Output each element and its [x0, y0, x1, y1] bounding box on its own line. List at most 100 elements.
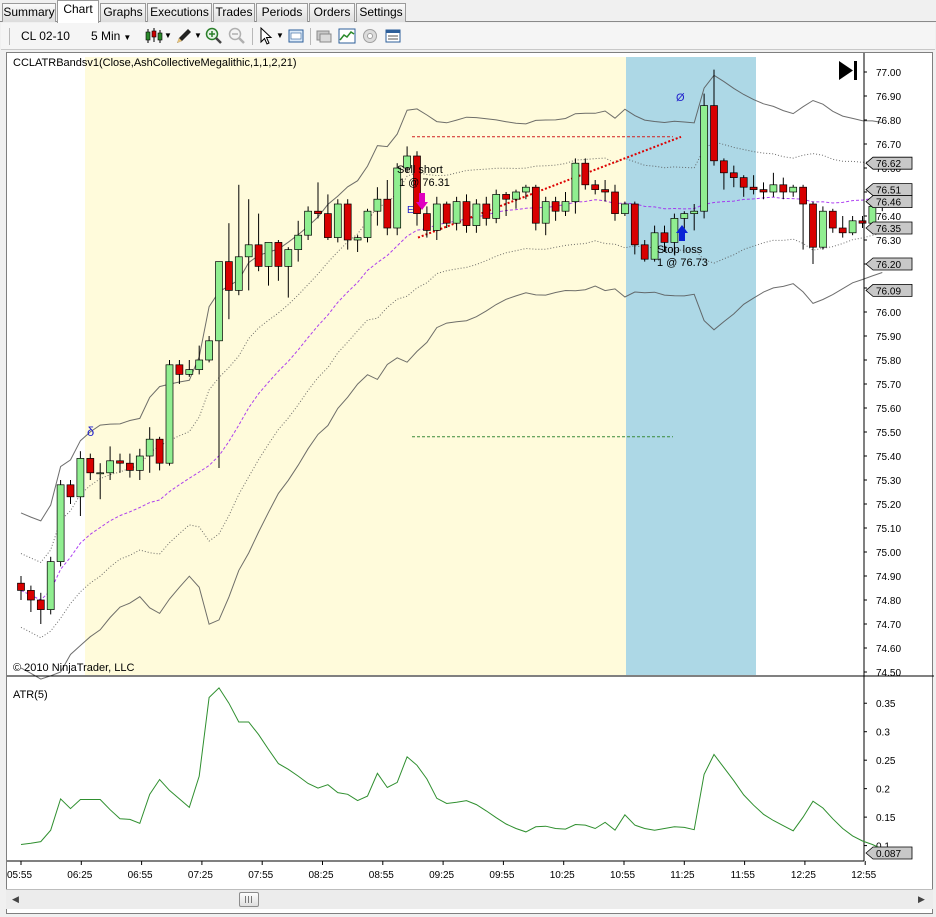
- y-tick-label: 76.90: [876, 92, 901, 103]
- candle-body: [531, 186, 540, 224]
- tab-chart[interactable]: Chart: [57, 0, 99, 23]
- candle-body: [690, 210, 699, 214]
- indicators-icon[interactable]: [337, 26, 357, 46]
- candle-body: [482, 203, 491, 219]
- pointer-cursor-icon[interactable]: [256, 26, 276, 46]
- candle-body: [274, 242, 283, 267]
- candle-body: [502, 194, 510, 200]
- copyright-label: © 2010 NinjaTrader, LLC: [13, 662, 134, 674]
- chevron-down-icon[interactable]: ▼: [194, 27, 202, 47]
- chart-canvas[interactable]: Sell short1 @ 76.31 E Stop loss1 @ 76.73 δ Ø…: [7, 53, 934, 915]
- candle-body: [46, 561, 55, 610]
- candle-body: [858, 220, 867, 224]
- horizontal-scrollbar[interactable]: ◀ ▶: [6, 889, 933, 909]
- sell-short-label: Sell short: [397, 164, 443, 176]
- scroll-left-icon[interactable]: ◀: [8, 892, 23, 907]
- instrument-selector[interactable]: CL 02-10: [21, 27, 70, 47]
- candle-body: [244, 244, 253, 258]
- chart-panel[interactable]: Sell short 1 @ 76.31 E Stop loss 1 @ 76.73 δ Ø…: [6, 52, 934, 915]
- go-to-end-icon-bar: [854, 61, 857, 80]
- candle-body: [452, 201, 461, 224]
- zoom-in-icon[interactable]: [204, 26, 224, 46]
- go-to-end-icon[interactable]: [839, 61, 853, 80]
- atr-tick-label: 0.3: [876, 728, 890, 739]
- interval-selector[interactable]: 5 Min ▼: [91, 27, 131, 47]
- y-tick-label: 75.00: [876, 548, 901, 559]
- candle-body: [284, 249, 293, 267]
- y-tick-label: 76.00: [876, 308, 901, 319]
- candle-body: [76, 458, 85, 498]
- candle-body: [56, 484, 65, 562]
- candle-body: [819, 210, 827, 248]
- candle-body: [225, 261, 233, 291]
- data-grid-icon[interactable]: [383, 26, 403, 46]
- candle-body: [640, 244, 649, 260]
- candle-body: [621, 203, 629, 214]
- chart-toolbar: CL 02-10 5 Min ▼ ▼ ▼ ▼: [1, 23, 935, 50]
- y-tick-label: 74.50: [876, 668, 901, 679]
- scroll-right-icon[interactable]: ▶: [914, 892, 929, 907]
- data-box-icon[interactable]: [286, 26, 306, 46]
- tab-graphs[interactable]: Graphs: [100, 3, 146, 22]
- highlight-region: [626, 57, 756, 675]
- y-tick-label: 74.80: [876, 596, 901, 607]
- candle-body: [96, 472, 105, 475]
- indicator-label: CCLATRBandsv1(Close,AshCollectiveMegalit…: [13, 57, 296, 69]
- properties-gear-icon[interactable]: [360, 26, 380, 46]
- candle-body: [660, 232, 669, 243]
- sell-short-fill: 1 @ 76.31: [399, 177, 450, 189]
- tab-summary[interactable]: Summary: [2, 3, 56, 22]
- candle-body: [670, 218, 679, 243]
- x-tick-label: 08:55: [369, 870, 394, 881]
- price-badge-label: 76.46: [876, 198, 901, 209]
- candle-body: [561, 201, 570, 212]
- price-badge-label: 76.20: [876, 260, 901, 271]
- tab-trades[interactable]: Trades: [213, 3, 255, 22]
- chevron-down-icon[interactable]: ▼: [164, 27, 172, 47]
- atr-tick-label: 0.35: [876, 699, 896, 710]
- candle-body: [630, 203, 639, 246]
- candle-body: [145, 438, 154, 457]
- candle-body: [383, 198, 392, 229]
- candle-body: [442, 203, 451, 224]
- scroll-thumb[interactable]: [239, 892, 259, 907]
- candle-body: [333, 203, 342, 238]
- x-tick-label: 08:25: [309, 870, 334, 881]
- candle-body: [66, 484, 75, 498]
- candle-body: [838, 227, 847, 234]
- tab-settings[interactable]: Settings: [356, 3, 406, 22]
- tab-executions[interactable]: Executions: [147, 3, 212, 22]
- candle-body: [848, 220, 857, 234]
- x-tick-label: 07:25: [188, 870, 213, 881]
- chevron-down-icon: ▼: [123, 33, 132, 42]
- candle-body: [17, 582, 25, 591]
- y-tick-label: 74.70: [876, 620, 901, 631]
- chart-style-candlestick-icon[interactable]: [144, 26, 164, 46]
- candle-body: [264, 242, 273, 267]
- y-tick-label: 76.40: [876, 212, 901, 223]
- candle-body: [462, 201, 471, 226]
- candle-body: [135, 455, 144, 471]
- x-tick-label: 05:55: [7, 870, 32, 881]
- y-tick-label: 75.60: [876, 404, 901, 415]
- candle-body: [720, 160, 728, 174]
- x-tick-label: 09:25: [429, 870, 454, 881]
- y-tick-label: 75.30: [876, 476, 901, 487]
- y-tick-label: 74.90: [876, 572, 901, 583]
- x-tick-label: 09:55: [489, 870, 514, 881]
- y-tick-label: 75.40: [876, 452, 901, 463]
- candle-body: [492, 194, 501, 219]
- chevron-down-icon[interactable]: ▼: [276, 27, 284, 47]
- price-badge-label: 76.62: [876, 159, 901, 170]
- candle-body: [324, 213, 332, 238]
- tab-periods[interactable]: Periods: [256, 3, 308, 22]
- candle-body: [185, 369, 194, 375]
- drawing-pencil-icon[interactable]: [174, 26, 194, 46]
- candle-body: [581, 162, 590, 186]
- strategies-icon[interactable]: [314, 26, 334, 46]
- candle-body: [423, 213, 431, 231]
- candle-body: [809, 203, 817, 248]
- tab-orders[interactable]: Orders: [309, 3, 355, 22]
- instrument-label: CL 02-10: [21, 29, 70, 43]
- zoom-out-icon[interactable]: [227, 26, 247, 46]
